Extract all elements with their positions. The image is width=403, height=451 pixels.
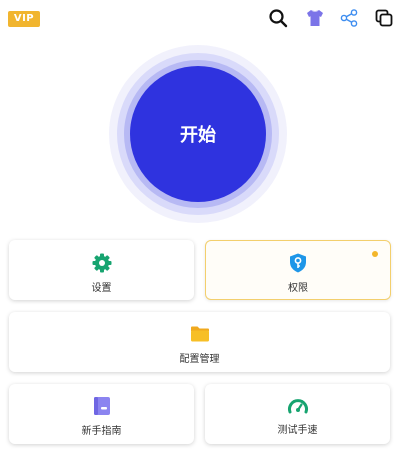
shield-key-icon (287, 252, 309, 274)
start-button-label: 开始 (180, 125, 216, 146)
speed-card[interactable]: 测试手速 (205, 384, 390, 444)
guide-label: 新手指南 (81, 426, 122, 437)
folder-icon (189, 323, 211, 345)
top-bar: VIP (0, 0, 403, 36)
search-icon[interactable] (268, 8, 288, 28)
permissions-label: 权限 (288, 283, 308, 294)
start-button[interactable]: 开始 (130, 66, 266, 202)
notification-dot (372, 251, 378, 257)
permissions-card[interactable]: 权限 (205, 240, 391, 300)
config-label: 配置管理 (179, 354, 220, 365)
settings-label: 设置 (91, 283, 112, 294)
copy-icon[interactable] (374, 8, 394, 28)
vip-badge[interactable]: VIP (8, 11, 40, 27)
book-icon (91, 395, 113, 417)
speedometer-icon (287, 396, 309, 418)
guide-card[interactable]: 新手指南 (9, 384, 194, 444)
settings-card[interactable]: 设置 (9, 240, 194, 300)
start-area: 开始 (109, 45, 287, 223)
share-icon[interactable] (339, 8, 359, 28)
config-card[interactable]: 配置管理 (9, 312, 390, 372)
speed-label: 测试手速 (277, 425, 318, 436)
gear-icon (91, 252, 113, 274)
theme-shirt-icon[interactable] (305, 8, 325, 28)
